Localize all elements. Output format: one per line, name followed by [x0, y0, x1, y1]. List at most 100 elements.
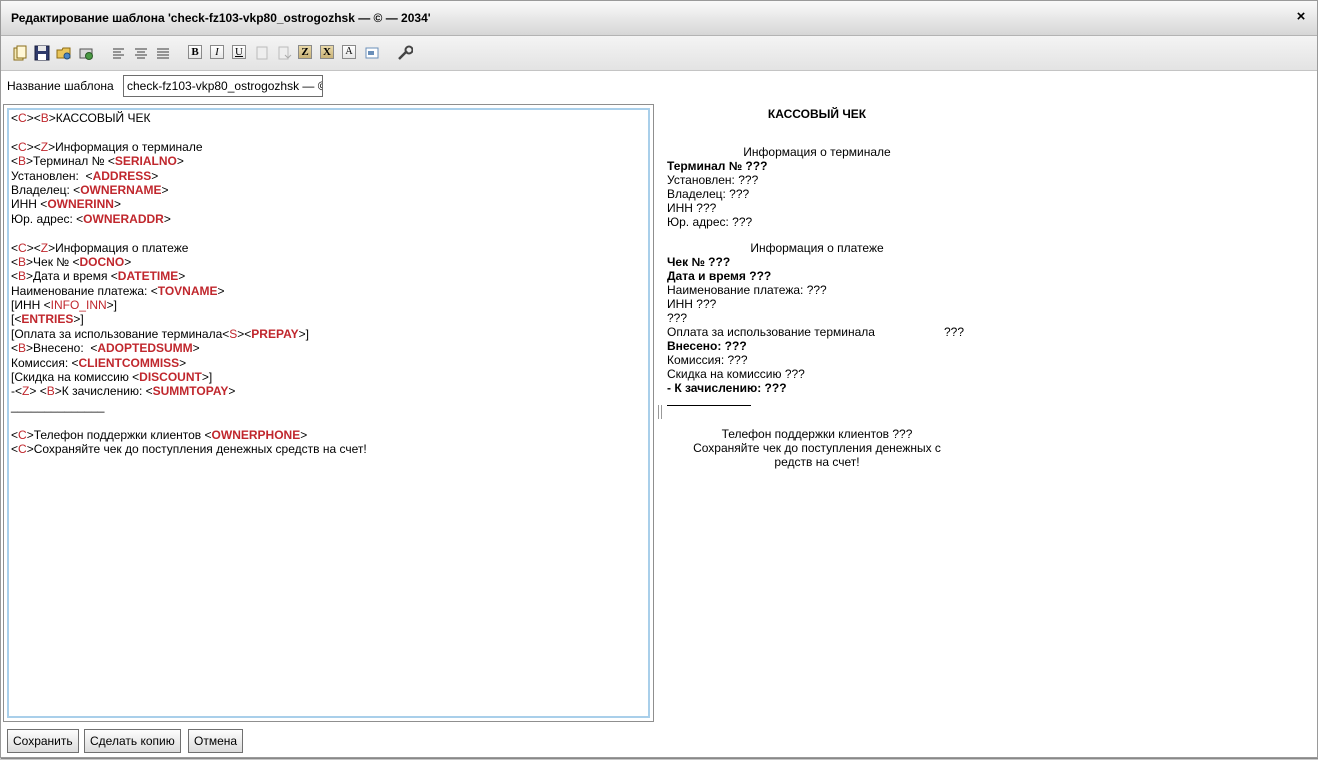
editor-line: [Оплата за использование терминала<S><PR…	[11, 327, 646, 341]
preview-line: ИНН ???	[667, 201, 967, 215]
align-justify-icon[interactable]	[155, 45, 171, 61]
editor-text: Юр. адрес: <	[11, 211, 84, 226]
editor-tag: B	[18, 341, 27, 356]
editor-line: -<Z> <B>К зачислению: <SUMMTOPAY>	[11, 384, 646, 398]
underline-button[interactable]: U	[232, 45, 246, 59]
open-folder-icon[interactable]	[56, 45, 72, 61]
editor-line: [ИНН <INFO_INN>]	[11, 298, 646, 312]
editor-text: >	[176, 154, 184, 169]
editor-text: >	[178, 269, 186, 284]
window-title: Редактирование шаблона 'check-fz103-vkp8…	[11, 11, 431, 25]
editor-line: <B>Внесено: <ADOPTEDSUMM>	[11, 341, 646, 355]
preview-text: Наименование платежа: ???	[667, 283, 827, 297]
z-format-button[interactable]: Z	[298, 45, 312, 59]
preview-text: Дата и время ???	[667, 269, 772, 283]
editor-line: Установлен: <ADDRESS>	[11, 169, 646, 183]
editor-tag: C	[18, 427, 27, 442]
editor-tag: C	[18, 111, 27, 125]
wrench-icon[interactable]	[397, 45, 413, 61]
align-center-icon[interactable]	[133, 45, 149, 61]
editor-text: >]	[106, 298, 117, 313]
editor-text: <	[33, 139, 41, 154]
editor-text: >]	[73, 312, 84, 327]
editor-line: Наименование платежа: <TOVNAME>	[11, 284, 646, 298]
editor-text: >]	[298, 326, 309, 341]
receipt-preview: КАССОВЫЙ ЧЕК Информация о терминале Термин…	[667, 107, 967, 469]
editor-text: >Терминал № <	[26, 154, 115, 169]
editor-text: <	[33, 111, 41, 125]
editor-tag: Z	[40, 139, 49, 154]
editor-tag: Z	[40, 240, 49, 255]
preview-line: Установлен: ???	[667, 173, 967, 187]
editor-text: >Дата и время <	[26, 269, 118, 284]
preview-line: ИНН ???	[667, 297, 967, 311]
preview-icon[interactable]	[78, 45, 94, 61]
editor-text: >	[26, 240, 34, 255]
editor-line: ______________	[11, 399, 646, 413]
editor-tag: B	[46, 384, 55, 399]
preview-line: Комиссия: ???	[667, 353, 967, 367]
make-copy-button[interactable]: Сделать копию	[84, 729, 181, 753]
splitter-handle[interactable]	[658, 405, 662, 419]
editor-text: Установлен: <	[11, 168, 93, 183]
template-source-editor[interactable]: <C><B>КАССОВЫЙ ЧЕК <C><Z>Информация о тер…	[7, 108, 650, 718]
editor-text: [Скидка на комиссию <	[11, 370, 140, 385]
editor-text: <	[11, 269, 19, 284]
editor-tag: DOCNO	[79, 254, 125, 269]
align-left-icon[interactable]	[111, 45, 127, 61]
preview-line: Сохраняйте чек до поступления денежных с	[667, 441, 967, 455]
preview-text: Внесено: ???	[667, 339, 747, 353]
preview-line: Скидка на комиссию ???	[667, 367, 967, 381]
cancel-button[interactable]: Отмена	[188, 729, 244, 753]
editor-tag: OWNERPHONE	[211, 427, 301, 442]
editor-tag: B	[18, 254, 27, 269]
editor-tag: B	[18, 269, 27, 284]
editor-tag: OWNERADDR	[83, 211, 164, 226]
editor-text: >	[26, 111, 34, 125]
insert-field-icon[interactable]	[364, 45, 380, 61]
preview-line: КАССОВЫЙ ЧЕК	[667, 107, 967, 133]
preview-line: Наименование платежа: ???	[667, 283, 967, 297]
close-icon[interactable]: ×	[1293, 9, 1309, 25]
preview-text: Владелец: ???	[667, 187, 750, 201]
save-button[interactable]: Сохранить	[7, 729, 79, 753]
editor-text: <	[11, 139, 19, 154]
editor-text: >К зачислению: <	[54, 384, 153, 399]
editor-text: >КАССОВЫЙ ЧЕК	[48, 111, 151, 125]
editor-line: <B>Дата и время <DATETIME>	[11, 269, 646, 283]
editor-text: <	[11, 341, 19, 356]
save-icon[interactable]	[34, 45, 50, 61]
preview-line	[667, 415, 967, 427]
title-bar[interactable]: Редактирование шаблона 'check-fz103-vkp8…	[1, 1, 1317, 36]
new-document-icon[interactable]	[12, 45, 28, 61]
preview-text: Чек № ???	[667, 255, 731, 269]
editor-text: >	[124, 254, 132, 269]
italic-button[interactable]: I	[210, 45, 224, 59]
editor-text: [<	[11, 312, 22, 327]
editor-tag: INFO_INN	[50, 298, 107, 313]
bold-button[interactable]: B	[188, 45, 202, 59]
page-break-icon[interactable]	[254, 45, 270, 61]
editor-text: <	[11, 441, 19, 456]
toolbar: B I U Z X A	[1, 36, 1317, 71]
insert-line-icon[interactable]	[276, 45, 292, 61]
preview-line: Информация о терминале	[667, 145, 967, 159]
editor-text: <	[11, 254, 19, 269]
preview-text: Скидка на комиссию ???	[667, 367, 805, 381]
x-format-button[interactable]: X	[320, 45, 334, 59]
a-format-button[interactable]: A	[342, 45, 356, 59]
editor-text: >Сохраняйте чек до поступления денежных …	[26, 441, 367, 456]
preview-line: редств на счет!	[667, 455, 967, 469]
editor-tag: ENTRIES	[21, 312, 74, 327]
preview-text: Установлен: ???	[667, 173, 759, 187]
template-name-input[interactable]: check-fz103-vkp80_ostrogozhsk — © — 2034	[123, 75, 323, 97]
editor-text: >Внесено: <	[26, 341, 98, 356]
editor-line: <C><Z>Информация о платеже	[11, 241, 646, 255]
editor-tag: PREPAY	[251, 326, 299, 341]
editor-text: >Информация о платеже	[48, 240, 189, 255]
editor-text: >Телефон поддержки клиентов <	[26, 427, 212, 442]
preview-line: Владелец: ???	[667, 187, 967, 201]
